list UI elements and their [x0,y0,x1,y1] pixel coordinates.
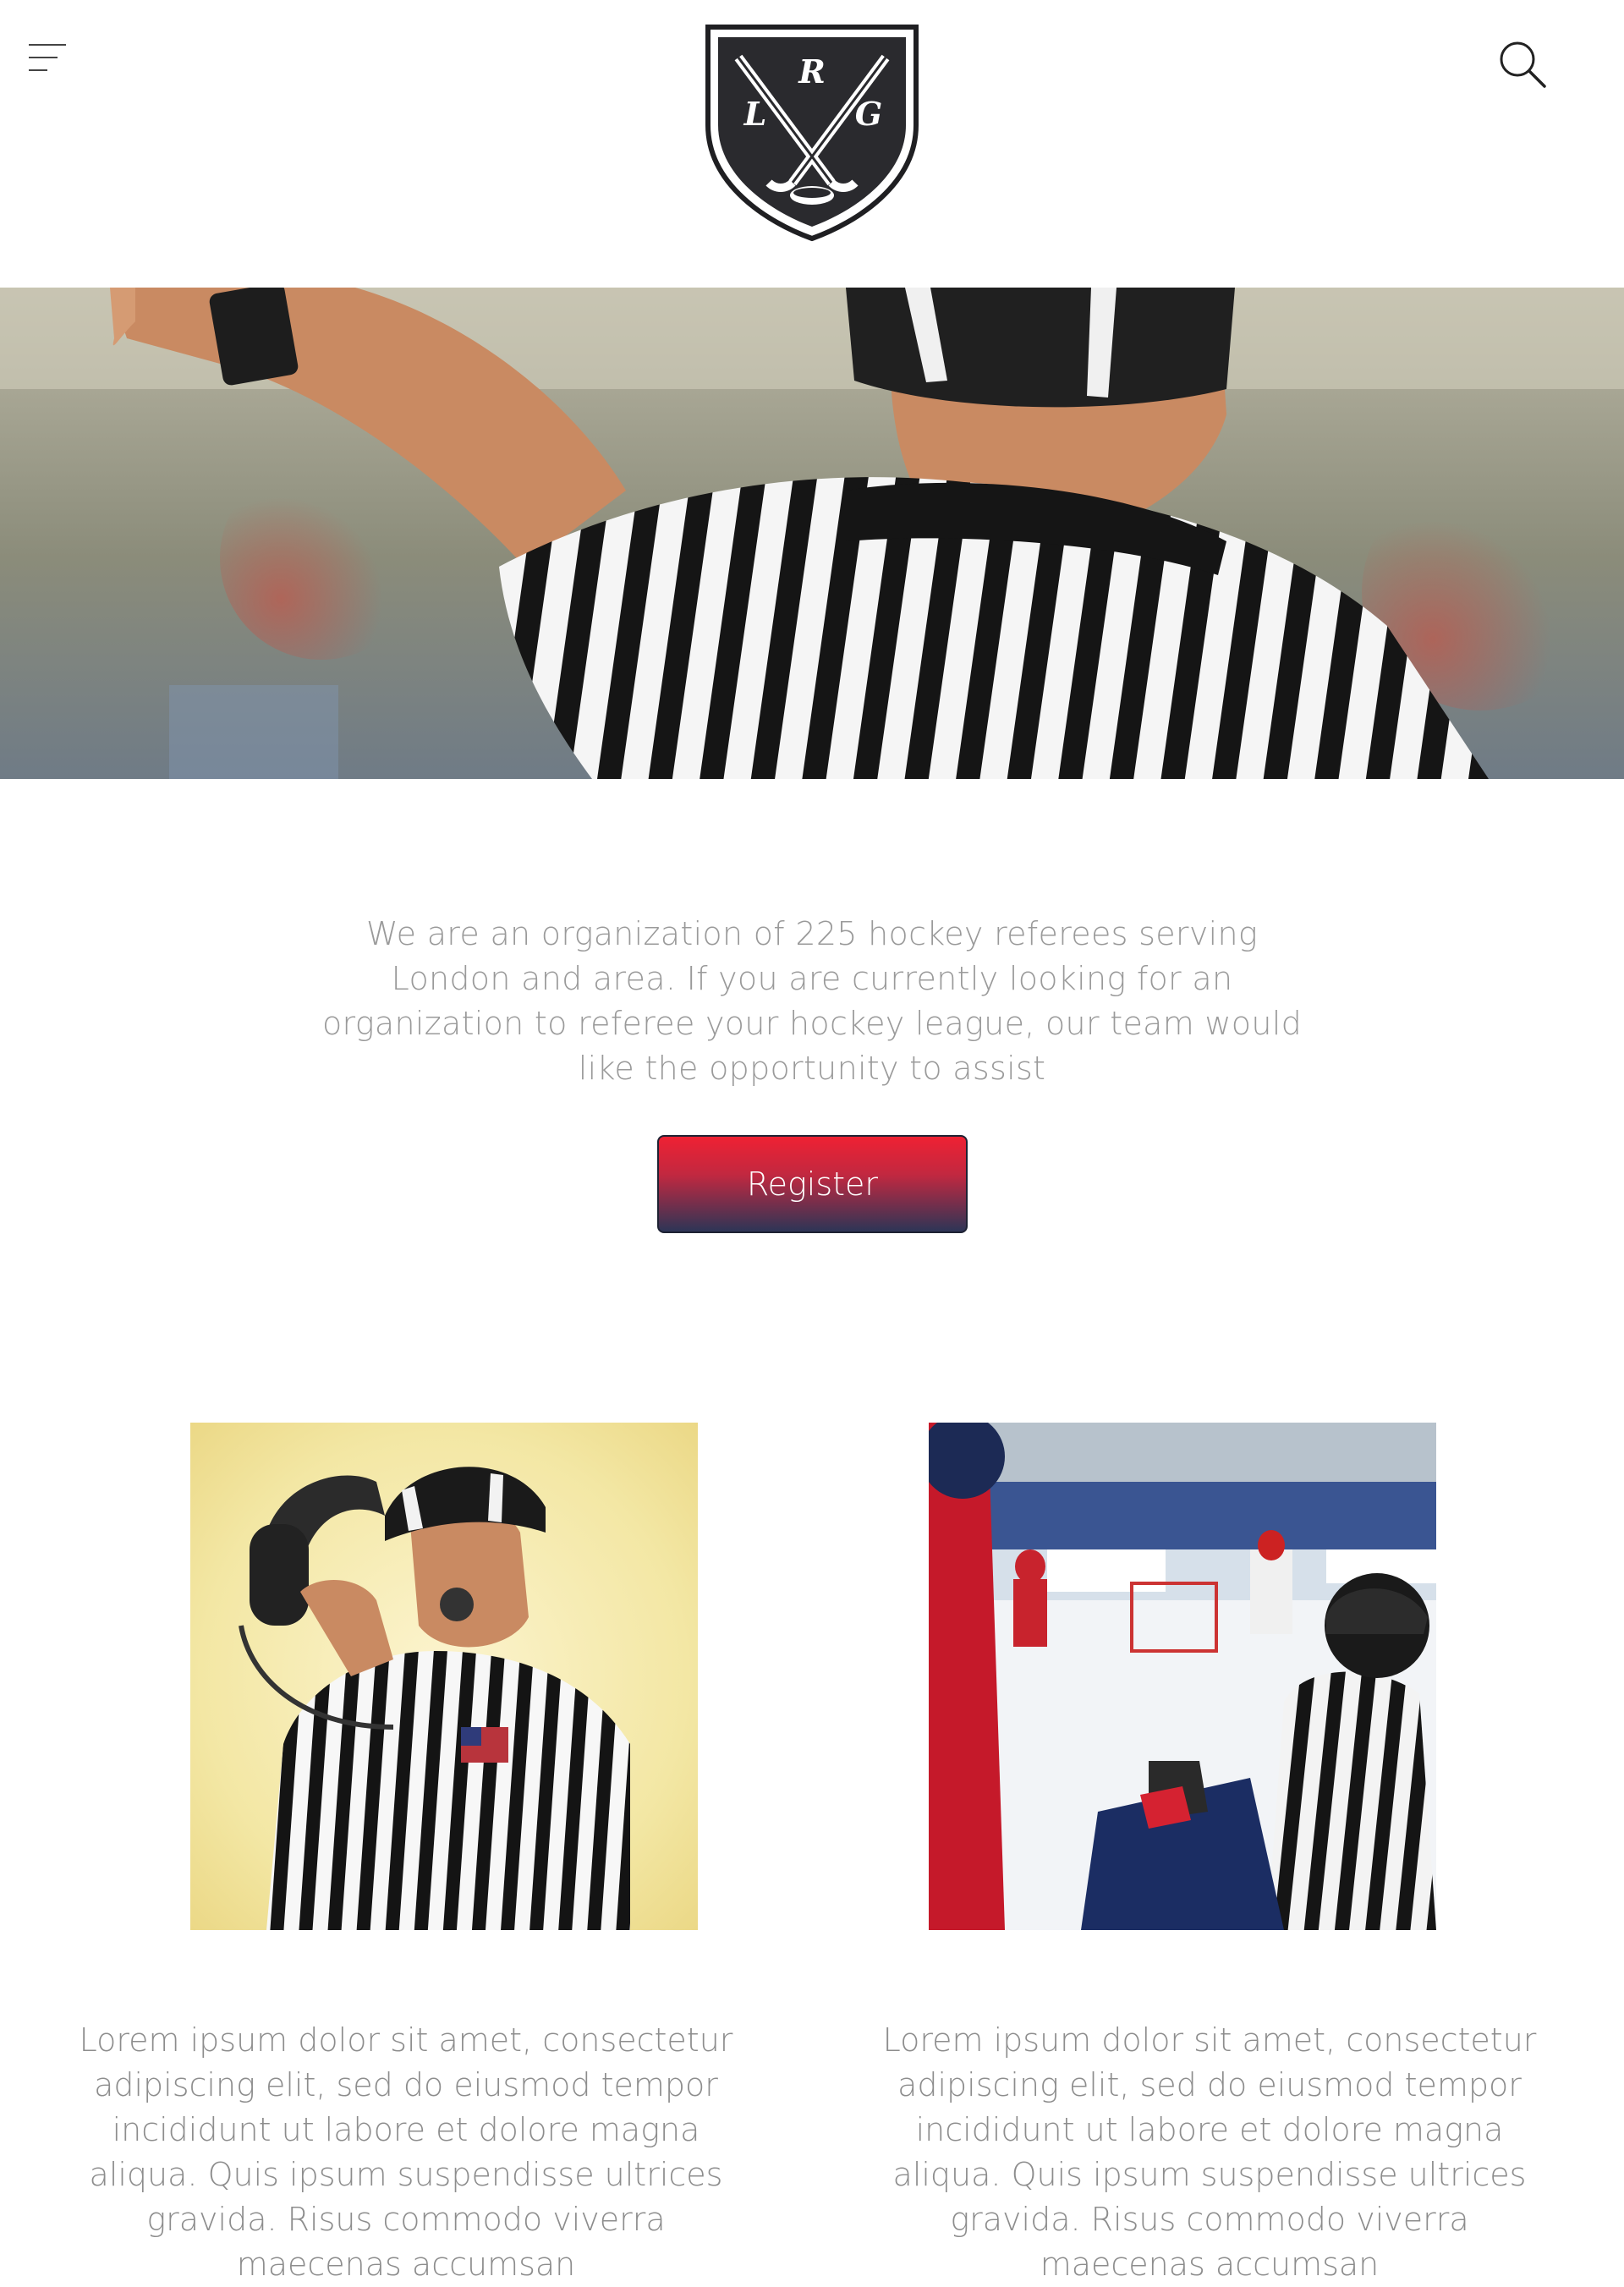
hamburger-menu-icon[interactable] [29,42,66,73]
card-photo-left [190,1423,698,1930]
intro-text: We are an organization of 225 hockey ref… [322,915,1302,1087]
logo-letter-l: L [743,95,767,133]
logo[interactable]: R L G [705,24,919,242]
referee-pointing-photo [0,288,1624,779]
card-text-right: Lorem ipsum dolor sit amet, consectetur … [882,2021,1537,2283]
card-photo-right [929,1423,1436,1930]
hockey-rink-referee-photo [929,1423,1436,1930]
logo-letter-g: G [855,95,882,133]
site-header: R L G [0,0,1624,288]
card-text-left: Lorem ipsum dolor sit amet, consectetur … [79,2021,733,2283]
search-icon[interactable] [1497,39,1548,90]
logo-letter-r: R [798,52,826,90]
hero-image [0,288,1624,779]
referee-headset-photo [190,1423,698,1930]
register-button[interactable]: Register [657,1135,968,1233]
